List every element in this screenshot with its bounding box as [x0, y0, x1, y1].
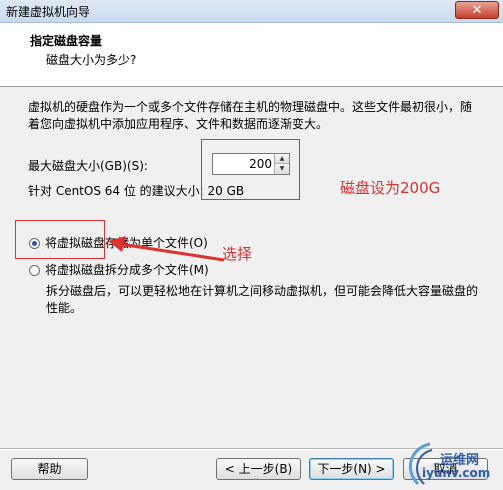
annotation-disk-note: 磁盘设为200G: [340, 179, 441, 197]
watermark-url: iyunv.com: [422, 466, 491, 480]
max-disk-size-label: 最大磁盘大小(GB)(S):: [28, 159, 148, 173]
annotation-arrow-icon: [108, 236, 225, 262]
annotation-box-disk: [201, 139, 300, 200]
title-bar: 新建虚拟机向导 ✕: [0, 0, 503, 23]
split-description: 拆分磁盘后，可以更轻松地在计算机之间移动虚拟机，但可能会降低大容量磁盘的性能。: [46, 284, 479, 315]
annotation-box-option: [15, 220, 105, 259]
close-icon: ✕: [471, 3, 483, 18]
close-button[interactable]: ✕: [455, 1, 499, 19]
help-button[interactable]: 帮助: [11, 458, 88, 480]
radio-unselected-icon: [29, 265, 40, 276]
disk-description: 虚拟机的硬盘作为一个或多个文件存储在主机的物理磁盘中。这些文件最初很小，随着您向…: [28, 100, 473, 131]
back-button[interactable]: < 上一步(B): [216, 458, 301, 480]
wizard-header: 指定磁盘容量 磁盘大小为多少?: [0, 23, 503, 87]
window-title: 新建虚拟机向导: [6, 5, 91, 19]
page-subtitle: 磁盘大小为多少?: [46, 53, 137, 67]
next-button[interactable]: 下一步(N) >: [309, 458, 394, 480]
page-title: 指定磁盘容量: [30, 34, 103, 48]
